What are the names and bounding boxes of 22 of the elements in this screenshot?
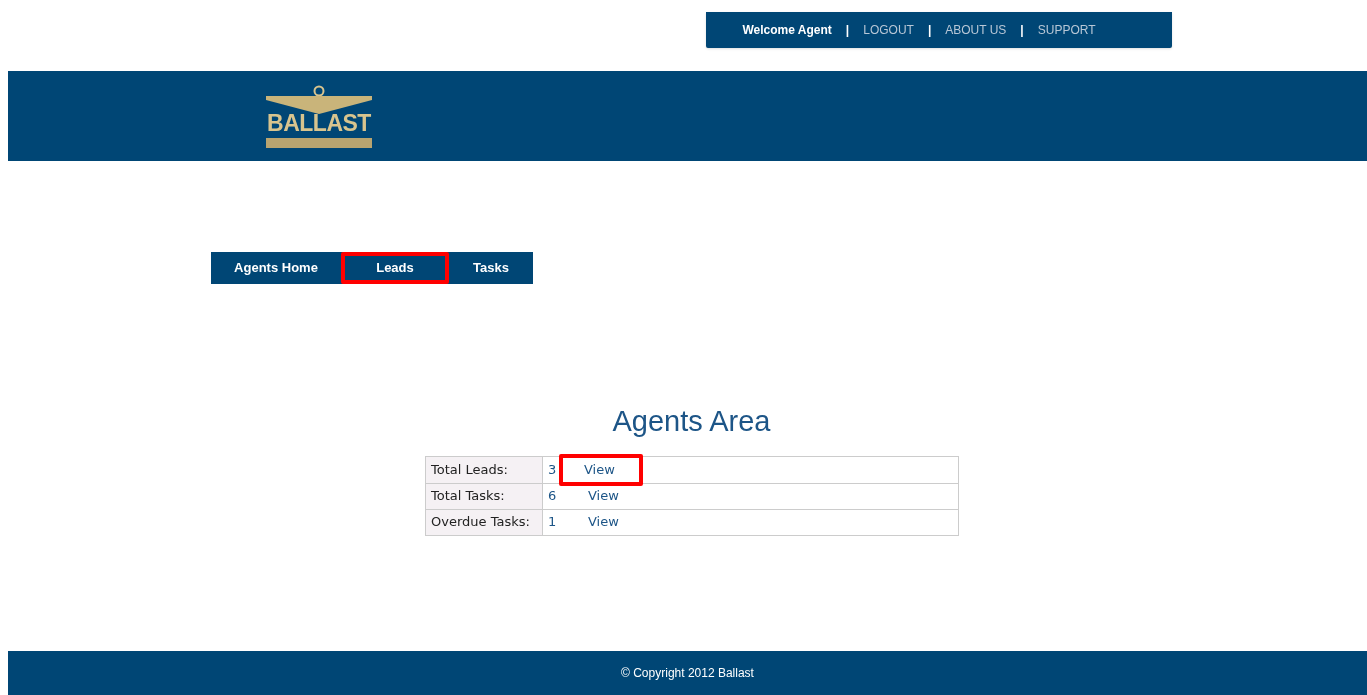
row-label: Total Tasks: <box>425 483 543 509</box>
count-value: 3 <box>548 460 558 479</box>
top-link[interactable]: LOGOUT <box>863 21 914 39</box>
top-link[interactable]: ABOUT US <box>945 21 1007 39</box>
view-link[interactable]: View <box>568 512 619 532</box>
nav-tab[interactable]: Tasks <box>449 252 533 284</box>
top-link[interactable]: SUPPORT <box>1037 21 1096 39</box>
separator: | <box>927 22 932 39</box>
welcome-text: Welcome Agent <box>742 22 832 39</box>
nav-tab[interactable]: Leads <box>341 252 449 284</box>
separator: | <box>845 22 850 39</box>
view-link[interactable]: View <box>568 486 619 506</box>
page-title: Agents Area <box>611 404 772 439</box>
row-label: Total Leads: <box>425 456 543 483</box>
logo-text: BALLAST <box>267 110 371 136</box>
separator: | <box>1020 22 1024 39</box>
count-value: 1 <box>548 513 558 532</box>
view-link[interactable]: View <box>559 453 643 486</box>
nav-tab[interactable]: Agents Home <box>211 252 341 284</box>
copyright-text: © Copyright 2012 Ballast <box>621 665 754 682</box>
row-label: Overdue Tasks: <box>425 509 543 535</box>
count-value: 6 <box>548 487 558 506</box>
